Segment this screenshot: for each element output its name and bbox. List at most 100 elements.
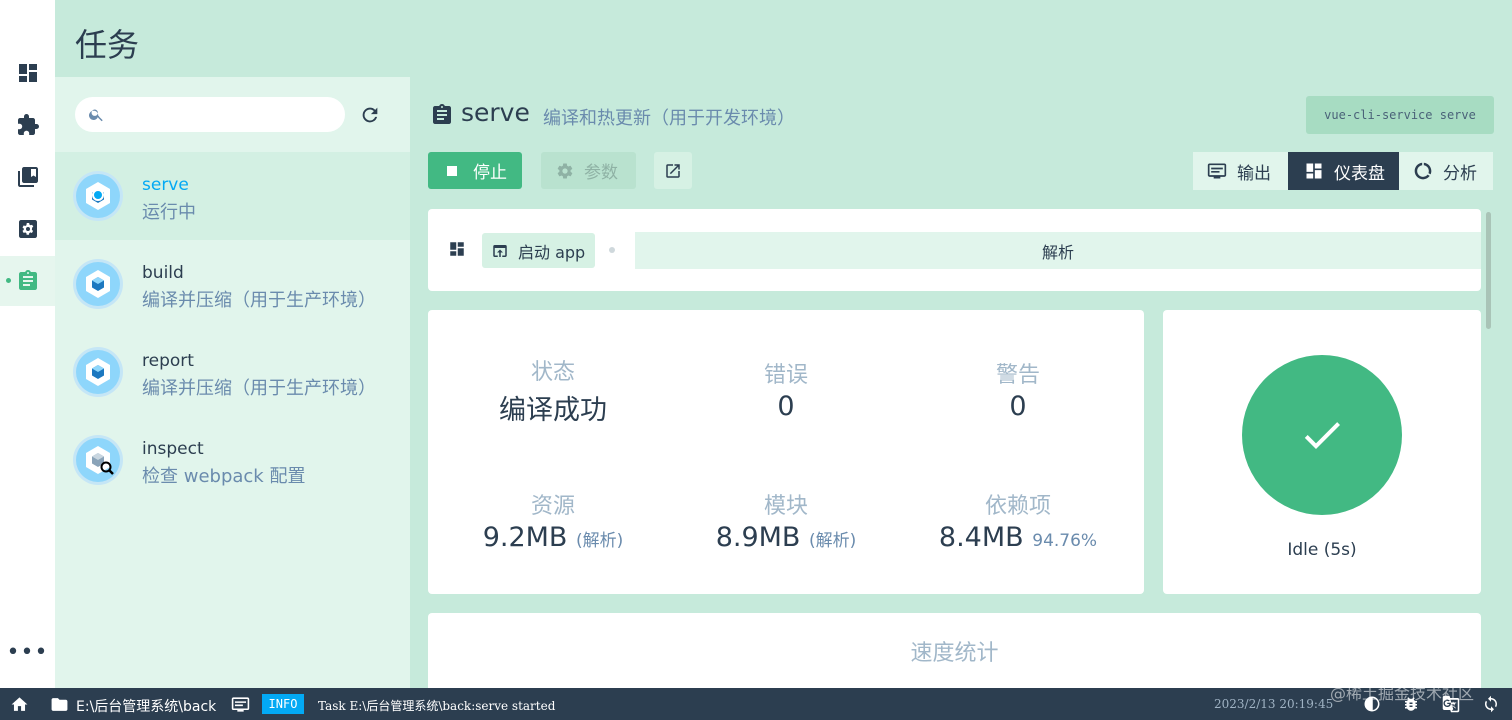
launch-app-label: 启动 app bbox=[518, 242, 586, 262]
task-subtitle: 编译和热更新（用于开发环境） bbox=[543, 108, 795, 129]
stat-assets: 资源 9.2MB (解析) bbox=[438, 488, 668, 553]
assets-parse-link[interactable]: (解析) bbox=[576, 531, 623, 551]
task-name: report bbox=[142, 351, 194, 371]
task-title: serve bbox=[461, 98, 530, 127]
stat-label: 依赖项 bbox=[984, 494, 1051, 519]
dark-mode-toggle[interactable] bbox=[1363, 695, 1381, 713]
deps-percent: 94.76% bbox=[1032, 531, 1098, 551]
stop-button[interactable]: 停止 bbox=[428, 152, 522, 189]
open-external-icon bbox=[666, 163, 680, 178]
terminal-icon bbox=[1207, 163, 1227, 179]
task-name: build bbox=[142, 263, 184, 283]
dashboard-toolbar: 启动 app 解析 bbox=[428, 209, 1481, 291]
tab-analyze[interactable]: 分析 bbox=[1399, 152, 1493, 190]
stat-label: 资源 bbox=[530, 494, 575, 519]
scrollbar[interactable] bbox=[1486, 212, 1491, 329]
project-path[interactable]: E:\后台管理系统\back bbox=[76, 696, 216, 716]
console-log-button[interactable] bbox=[231, 695, 251, 714]
log-timestamp: 2023/2/13 20:19:45 bbox=[1214, 697, 1334, 711]
stat-label: 模块 bbox=[763, 494, 808, 519]
nav-dashboard[interactable] bbox=[0, 48, 55, 98]
stat-value: 0 bbox=[777, 391, 795, 422]
nav-configuration[interactable] bbox=[0, 204, 55, 254]
task-item-report[interactable]: report 编译并压缩（用于生产环境） bbox=[55, 328, 410, 416]
configuration-icon bbox=[18, 220, 37, 238]
contrast-icon bbox=[1364, 696, 1380, 712]
speed-stats-card: 速度统计 bbox=[428, 613, 1481, 688]
task-description: 编译并压缩（用于生产环境） bbox=[142, 290, 376, 311]
build-status-card: Idle (5s) bbox=[1163, 310, 1481, 594]
stat-value: 0 bbox=[1009, 391, 1027, 422]
report-bug-button[interactable] bbox=[1402, 695, 1420, 713]
stat-value: 8.9MB (解析) bbox=[671, 522, 901, 553]
task-name: inspect bbox=[142, 439, 204, 459]
active-indicator bbox=[6, 278, 11, 283]
task-description: 检查 webpack 配置 bbox=[142, 466, 306, 487]
tab-analyze-label: 分析 bbox=[1443, 163, 1477, 184]
tab-output[interactable]: 输出 bbox=[1193, 152, 1288, 190]
project-folder-button[interactable] bbox=[50, 695, 69, 714]
open-external-button[interactable] bbox=[654, 152, 692, 189]
params-label: 参数 bbox=[584, 163, 618, 183]
tab-dashboard[interactable]: 仪表盘 bbox=[1288, 152, 1399, 190]
status-indicator bbox=[1242, 355, 1402, 515]
refresh-button[interactable] bbox=[359, 104, 381, 126]
stop-label: 停止 bbox=[473, 163, 507, 183]
refresh-button[interactable] bbox=[1482, 695, 1500, 713]
launch-app-button[interactable]: 启动 app bbox=[482, 233, 595, 268]
translate-button[interactable] bbox=[1442, 695, 1460, 713]
search-input[interactable] bbox=[115, 102, 335, 127]
home-button[interactable] bbox=[10, 695, 29, 714]
more-menu[interactable]: ••• bbox=[0, 636, 55, 668]
stat-label: 错误 bbox=[763, 363, 808, 388]
search-icon bbox=[89, 109, 103, 122]
modules-size: 8.9MB bbox=[715, 522, 801, 553]
folder-icon bbox=[51, 698, 68, 711]
log-message[interactable]: Task E:\后台管理系统\back:serve started bbox=[318, 697, 555, 714]
stat-value: 8.4MB 94.76% bbox=[903, 522, 1133, 553]
stat-dependencies: 依赖项 8.4MB 94.76% bbox=[903, 488, 1133, 553]
webpack-inspect-icon bbox=[73, 435, 123, 485]
page-title: 任务 bbox=[75, 26, 140, 64]
running-indicator bbox=[92, 189, 104, 201]
tab-dashboard-label: 仪表盘 bbox=[1334, 163, 1385, 184]
widgets-icon[interactable] bbox=[448, 240, 466, 258]
task-item-serve[interactable]: serve 运行中 bbox=[55, 152, 410, 240]
params-button[interactable]: 参数 bbox=[541, 152, 636, 189]
bug-icon bbox=[1405, 697, 1417, 711]
deps-size: 8.4MB bbox=[938, 522, 1024, 553]
sync-icon bbox=[1485, 695, 1497, 713]
clipboard-icon bbox=[430, 101, 454, 129]
status-bar: E:\后台管理系统\back INFO Task E:\后台管理系统\back:… bbox=[0, 684, 1512, 720]
nav-rail: ••• bbox=[0, 0, 55, 688]
task-item-inspect[interactable]: inspect 检查 webpack 配置 bbox=[55, 416, 410, 504]
build-stats-card: 状态 编译成功 错误 0 警告 0 资源 9.2MB (解析) 模块 8.9MB… bbox=[428, 310, 1144, 594]
tab-output-label: 输出 bbox=[1237, 163, 1271, 184]
task-description: 编译并压缩（用于生产环境） bbox=[142, 378, 376, 399]
task-detail: serve 编译和热更新（用于开发环境） vue-cli-service ser… bbox=[410, 77, 1512, 688]
stat-label: 警告 bbox=[995, 363, 1040, 388]
search-box[interactable] bbox=[75, 97, 345, 132]
nav-tasks[interactable] bbox=[0, 256, 55, 306]
gear-icon bbox=[557, 162, 573, 179]
tasks-icon bbox=[18, 270, 37, 290]
stat-errors: 错误 0 bbox=[671, 357, 901, 422]
stat-value: 9.2MB (解析) bbox=[438, 522, 668, 553]
task-item-build[interactable]: build 编译并压缩（用于生产环境） bbox=[55, 240, 410, 328]
task-list-pane: serve 运行中 build 编译并压缩（用于生产环境） report 编译并… bbox=[55, 77, 410, 688]
log-level-badge: INFO bbox=[262, 694, 304, 714]
stop-icon bbox=[447, 165, 457, 176]
nav-dependencies[interactable] bbox=[0, 152, 55, 202]
status-text: Idle (5s) bbox=[1287, 540, 1357, 560]
dashboard-icon bbox=[18, 64, 37, 82]
webpack-icon bbox=[73, 347, 123, 397]
stat-warnings: 警告 0 bbox=[903, 357, 1133, 422]
modules-parse-link[interactable]: (解析) bbox=[809, 531, 856, 551]
parse-button[interactable]: 解析 bbox=[635, 232, 1481, 269]
stat-modules: 模块 8.9MB (解析) bbox=[671, 488, 901, 553]
dashboard-icon bbox=[1306, 163, 1322, 179]
speed-stats-title: 速度统计 bbox=[910, 641, 999, 666]
terminal-icon bbox=[231, 697, 250, 712]
nav-plugins[interactable] bbox=[0, 100, 55, 150]
page-header: 任务 bbox=[55, 0, 1512, 77]
